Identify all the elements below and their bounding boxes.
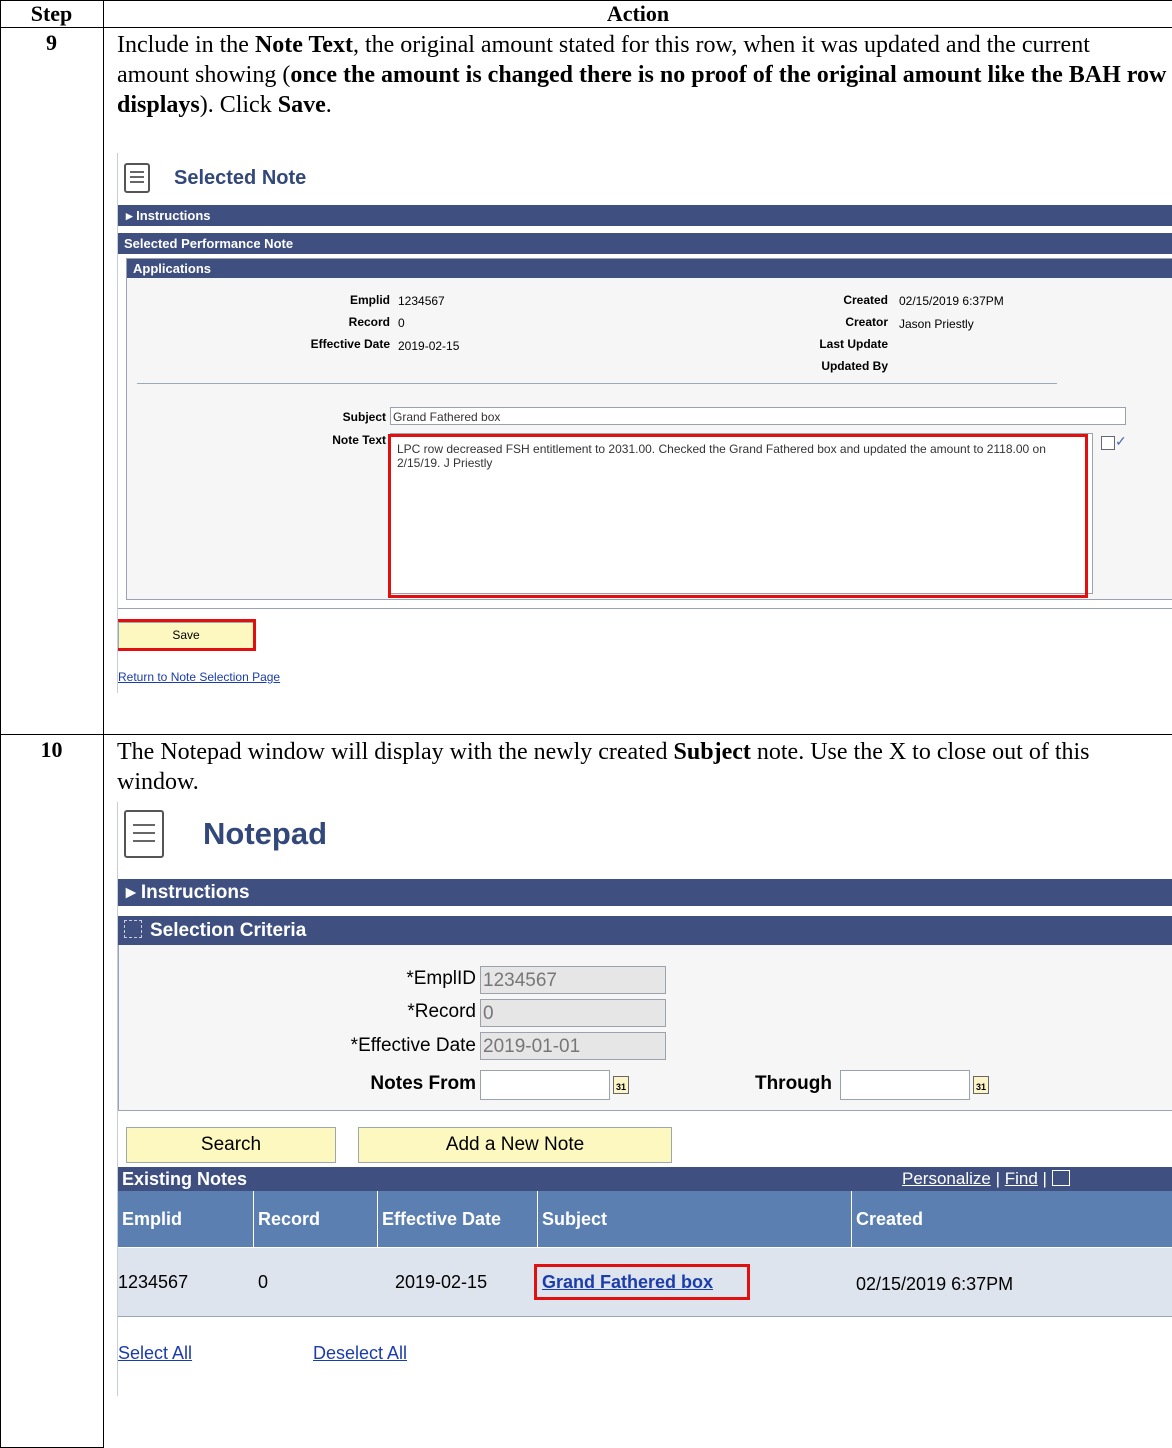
note-text-label: Note Text <box>332 433 386 447</box>
record-input[interactable]: 0 <box>480 999 666 1027</box>
return-link[interactable]: Return to Note Selection Page <box>118 670 280 684</box>
note-text-highlight <box>388 434 1088 598</box>
column-header-effective-date[interactable]: Effective Date <box>378 1191 538 1247</box>
row-divider <box>0 734 1172 735</box>
record-label: Record <box>348 315 390 329</box>
expand-icon[interactable] <box>1101 436 1115 450</box>
column-header-record[interactable]: Record <box>254 1191 378 1247</box>
panel-bottom-rule <box>118 608 1172 609</box>
emplid-input[interactable]: 1234567 <box>480 966 666 994</box>
page-title: Selected Note <box>174 167 307 189</box>
updated-by-label: Updated By <box>821 359 888 373</box>
instructions-bar[interactable]: ▸ Instructions <box>118 205 1172 226</box>
through-label: Through <box>754 1073 832 1094</box>
table-header-divider <box>0 27 1172 28</box>
calendar-icon[interactable]: 31 <box>613 1076 629 1094</box>
notes-from-input[interactable] <box>480 1070 610 1100</box>
search-button[interactable]: Search <box>126 1127 336 1163</box>
page-title: Notepad <box>203 816 327 851</box>
spellcheck-icon[interactable]: ✓ <box>1115 433 1127 450</box>
creator-label: Creator <box>845 315 888 329</box>
row-created: 02/15/2019 6:37PM <box>856 1274 1014 1294</box>
step-number: 10 <box>40 737 63 762</box>
effective-date-label: Effective Date <box>310 337 390 351</box>
effective-date-value: 2019-02-15 <box>398 339 460 353</box>
emplid-label: *EmplID <box>406 968 476 989</box>
last-update-label: Last Update <box>819 337 888 351</box>
existing-notes-title: Existing Notes <box>122 1169 248 1189</box>
effective-date-label: *Effective Date <box>350 1035 476 1056</box>
notepad-screenshot: Notepad ▸ Instructions Selection Criteri… <box>117 802 1172 1396</box>
record-label: *Record <box>407 1001 476 1022</box>
applications-bar: Applications <box>127 259 1172 278</box>
through-input[interactable] <box>840 1070 970 1100</box>
record-value: 0 <box>398 316 405 330</box>
existing-notes-bar: Existing Notes Personalize | Find | <box>118 1167 1172 1191</box>
emplid-label: Emplid <box>349 293 390 307</box>
row-record: 0 <box>258 1272 269 1292</box>
created-value: 02/15/2019 6:37PM <box>899 294 1004 308</box>
selected-note-screenshot: Selected Note ▸ Instructions Selected Pe… <box>117 153 1172 693</box>
column-divider <box>103 0 104 1448</box>
personalize-link[interactable]: Personalize <box>902 1169 991 1188</box>
row-effective-date: 2019-02-15 <box>395 1272 488 1292</box>
notepad-icon <box>124 163 150 193</box>
header-step: Step <box>30 1 73 26</box>
column-header-emplid[interactable]: Emplid <box>118 1191 254 1247</box>
column-header-subject[interactable]: Subject <box>538 1191 852 1247</box>
table-border-left <box>0 0 1 1448</box>
find-link[interactable]: Find <box>1005 1169 1038 1188</box>
header-action: Action <box>606 1 670 26</box>
notepad-icon <box>124 810 164 858</box>
grid-header-row: Emplid Record Effective Date Subject Cre… <box>118 1191 1172 1247</box>
created-label: Created <box>843 293 888 307</box>
grid-toolbar: Personalize | Find | <box>902 1167 1070 1191</box>
step-instruction: The Notepad window will display with the… <box>117 739 1090 795</box>
subject-input[interactable]: Grand Fathered box <box>390 407 1126 425</box>
collapse-icon[interactable] <box>124 920 142 938</box>
row-emplid: 1234567 <box>118 1272 189 1292</box>
step-number: 9 <box>46 30 57 55</box>
creator-value: Jason Priestly <box>899 317 974 331</box>
save-highlight <box>118 619 256 651</box>
subject-label: Subject <box>342 410 386 424</box>
deselect-all-link[interactable]: Deselect All <box>313 1343 407 1364</box>
column-header-created[interactable]: Created <box>852 1191 1172 1247</box>
step-instruction: Include in the Note Text, the original a… <box>117 32 1167 118</box>
select-all-link[interactable]: Select All <box>118 1343 192 1364</box>
effective-date-input[interactable]: 2019-01-01 <box>480 1032 666 1060</box>
calendar-icon[interactable]: 31 <box>973 1076 989 1094</box>
divider <box>137 383 1057 384</box>
emplid-value: 1234567 <box>398 294 445 308</box>
view-all-icon[interactable] <box>1051 1170 1070 1186</box>
selection-criteria-bar[interactable]: Selection Criteria <box>118 916 1172 945</box>
performance-note-bar: Selected Performance Note <box>118 233 1172 254</box>
add-new-note-button[interactable]: Add a New Note <box>358 1127 672 1163</box>
notes-from-label: Notes From <box>370 1073 476 1094</box>
subject-highlight <box>534 1264 750 1300</box>
instructions-bar[interactable]: ▸ Instructions <box>118 879 1172 906</box>
